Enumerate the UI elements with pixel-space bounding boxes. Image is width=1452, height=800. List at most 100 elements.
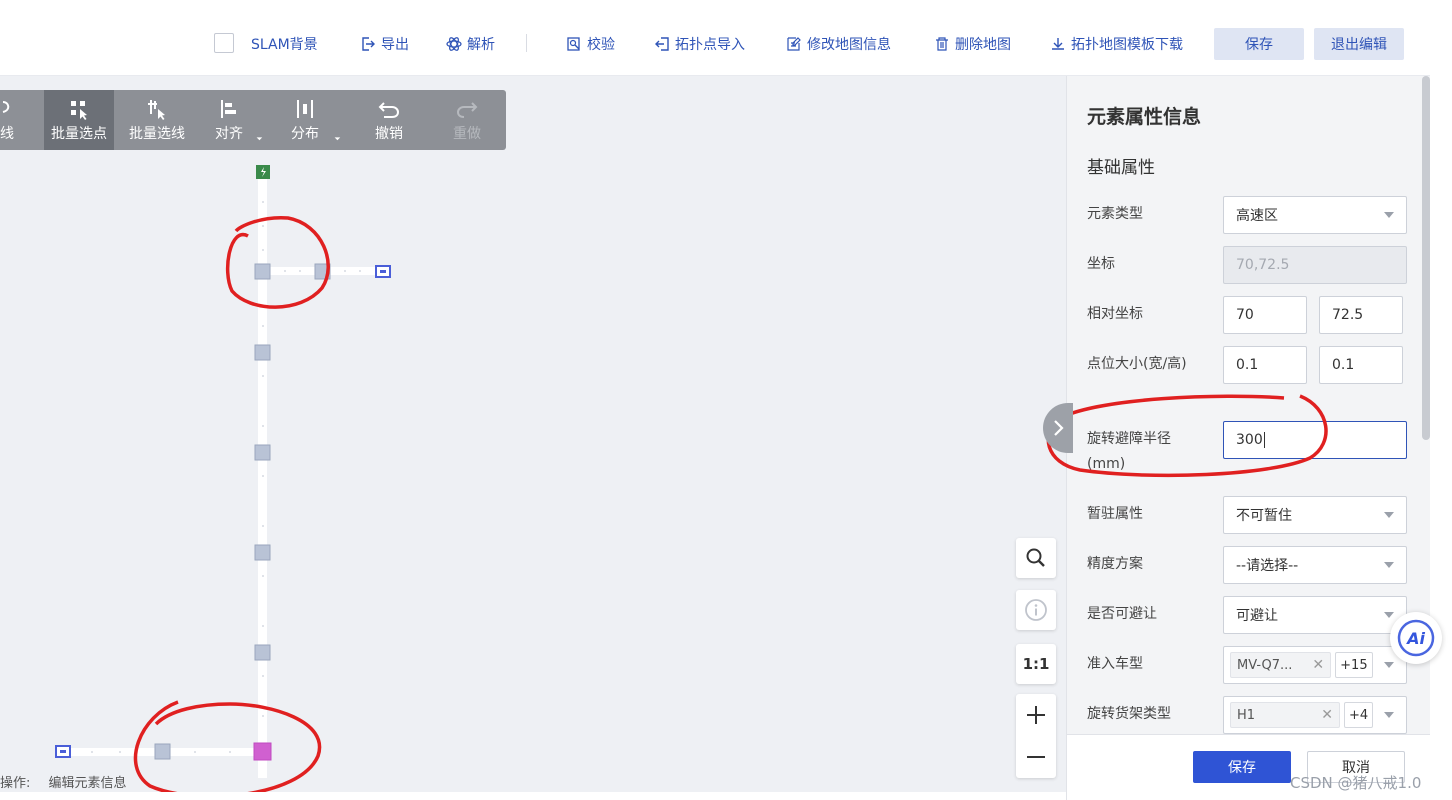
undo-icon xyxy=(378,101,400,118)
vehicle-count-badge: +15 xyxy=(1335,652,1373,678)
batch-point-icon xyxy=(71,100,87,120)
precision-label: 精度方案 xyxy=(1087,556,1143,572)
parse-button[interactable]: 解析 xyxy=(446,34,495,54)
selected-node[interactable] xyxy=(253,742,272,761)
redo-icon xyxy=(456,101,478,118)
map-node[interactable] xyxy=(254,344,271,361)
coord-label: 坐标 xyxy=(1087,256,1115,272)
stay-attr-label: 暂驻属性 xyxy=(1087,506,1143,522)
undo-button[interactable]: 撤销 xyxy=(354,90,424,150)
topology-map[interactable] xyxy=(0,76,1066,792)
shelf-multiselect[interactable]: H1 ✕ +4 xyxy=(1223,696,1407,734)
reset-zoom-button[interactable]: 1:1 xyxy=(1016,644,1056,684)
coord-placeholder: 70,72.5 xyxy=(1236,257,1290,273)
status-op-prefix: 操作: xyxy=(0,776,31,791)
zoom-in-icon[interactable] xyxy=(1025,704,1047,726)
annotation-circle-panel xyxy=(1046,394,1328,478)
align-label: 对齐 xyxy=(215,125,243,142)
import-points-label: 拓扑点导入 xyxy=(675,37,745,53)
map-node[interactable] xyxy=(154,743,171,760)
import-icon xyxy=(655,37,669,51)
search-button[interactable] xyxy=(1016,538,1056,578)
download-template-label: 拓扑地图模板下载 xyxy=(1071,37,1183,53)
export-button[interactable]: 导出 xyxy=(360,34,409,54)
stay-attr-select[interactable]: 不可暂住 xyxy=(1223,496,1407,534)
close-icon[interactable]: ✕ xyxy=(1321,707,1333,723)
map-node[interactable] xyxy=(254,544,271,561)
shelf-tag-text: H1 xyxy=(1237,707,1256,723)
save-map-button[interactable]: 保存 xyxy=(1214,28,1304,60)
panel-collapse-handle[interactable] xyxy=(1043,403,1073,453)
element-type-label: 元素类型 xyxy=(1087,206,1143,222)
map-node[interactable] xyxy=(254,644,271,661)
ai-label: Ai xyxy=(1407,628,1425,648)
coord-field: 70,72.5 xyxy=(1223,246,1407,284)
element-type-select[interactable]: 高速区 xyxy=(1223,196,1407,234)
reset-zoom-label: 1:1 xyxy=(1022,655,1050,673)
slam-background-checkbox[interactable] xyxy=(214,33,234,53)
vehicle-tag: MV-Q7... ✕ xyxy=(1230,652,1332,678)
status-op-value: 编辑元素信息 xyxy=(48,776,127,791)
map-canvas[interactable]: 连线 批量选点 批量选线 对齐 分布 撤销 重做 xyxy=(0,76,1066,792)
save-button[interactable]: 保存 xyxy=(1193,751,1291,783)
relative-x-input[interactable]: 70 xyxy=(1223,296,1307,334)
delete-map-button[interactable]: 删除地图 xyxy=(934,34,1011,54)
map-node[interactable] xyxy=(254,444,271,461)
verify-button[interactable]: 校验 xyxy=(566,34,615,54)
slam-label: SLAM背景 xyxy=(251,37,318,53)
chevron-down-icon xyxy=(1384,212,1394,218)
toolbar-divider xyxy=(526,34,527,52)
element-type-value: 高速区 xyxy=(1236,208,1278,224)
info-icon xyxy=(1025,599,1047,621)
exit-edit-button[interactable]: 退出编辑 xyxy=(1314,28,1404,60)
ai-assistant-button[interactable]: Ai xyxy=(1390,612,1442,664)
batch-line-tool[interactable]: 批量选线 xyxy=(122,90,192,150)
slam-background-toggle[interactable]: SLAM背景 xyxy=(251,34,318,54)
close-icon[interactable]: ✕ xyxy=(1312,657,1324,673)
align-left-icon xyxy=(221,99,236,118)
top-toolbar: SLAM背景 导出 解析 校验 拓扑点导入 修改地图信息 删除地图 拓扑地图模板… xyxy=(0,10,1430,76)
annotation-panel-svg xyxy=(1046,394,1328,478)
batch-point-label: 批量选点 xyxy=(51,125,107,142)
vehicle-tag-text: MV-Q7... xyxy=(1237,657,1293,673)
avoidable-select[interactable]: 可避让 xyxy=(1223,596,1407,634)
point-width-value: 0.1 xyxy=(1236,357,1259,373)
delete-map-label: 删除地图 xyxy=(955,37,1011,53)
station-node-mark xyxy=(60,750,66,753)
export-icon xyxy=(362,37,375,51)
shelf-tag: H1 ✕ xyxy=(1230,702,1340,728)
status-bar: 操作: 编辑元素信息 xyxy=(0,772,127,791)
line-icon xyxy=(2,100,10,113)
panel-title: 元素属性信息 xyxy=(1087,106,1202,128)
vehicle-multiselect[interactable]: MV-Q7... ✕ +15 xyxy=(1223,646,1407,684)
download-template-button[interactable]: 拓扑地图模板下载 xyxy=(1050,34,1183,54)
align-tool[interactable]: 对齐 xyxy=(194,90,264,150)
chevron-right-icon xyxy=(1054,420,1064,436)
chevron-down-icon xyxy=(1384,512,1394,518)
search-icon xyxy=(1026,548,1045,567)
point-width-input[interactable]: 0.1 xyxy=(1223,346,1307,384)
point-height-input[interactable]: 0.1 xyxy=(1319,346,1403,384)
zoom-controls xyxy=(1016,694,1056,778)
import-points-button[interactable]: 拓扑点导入 xyxy=(654,34,745,54)
edit-map-info-label: 修改地图信息 xyxy=(807,37,891,53)
relative-y-input[interactable]: 72.5 xyxy=(1319,296,1403,334)
station-node-mark xyxy=(380,270,386,273)
distribute-tool[interactable]: 分布 xyxy=(270,90,340,150)
undo-label: 撤销 xyxy=(375,125,403,142)
edit-map-info-button[interactable]: 修改地图信息 xyxy=(786,34,891,54)
line-tool[interactable]: 连线 xyxy=(0,90,35,150)
precision-value: --请选择-- xyxy=(1236,558,1299,574)
parse-label: 解析 xyxy=(467,37,495,53)
map-node[interactable] xyxy=(254,263,271,280)
info-button[interactable] xyxy=(1016,590,1056,630)
export-label: 导出 xyxy=(381,37,409,53)
section-title: 基础属性 xyxy=(1087,158,1155,178)
batch-point-tool[interactable]: 批量选点 xyxy=(44,90,114,150)
panel-scrollbar[interactable] xyxy=(1422,76,1430,440)
zoom-out-icon[interactable] xyxy=(1025,746,1047,768)
precision-select[interactable]: --请选择-- xyxy=(1223,546,1407,584)
relative-y-value: 72.5 xyxy=(1332,307,1364,323)
chevron-down-icon xyxy=(1384,612,1394,618)
redo-button[interactable]: 重做 xyxy=(432,90,502,150)
